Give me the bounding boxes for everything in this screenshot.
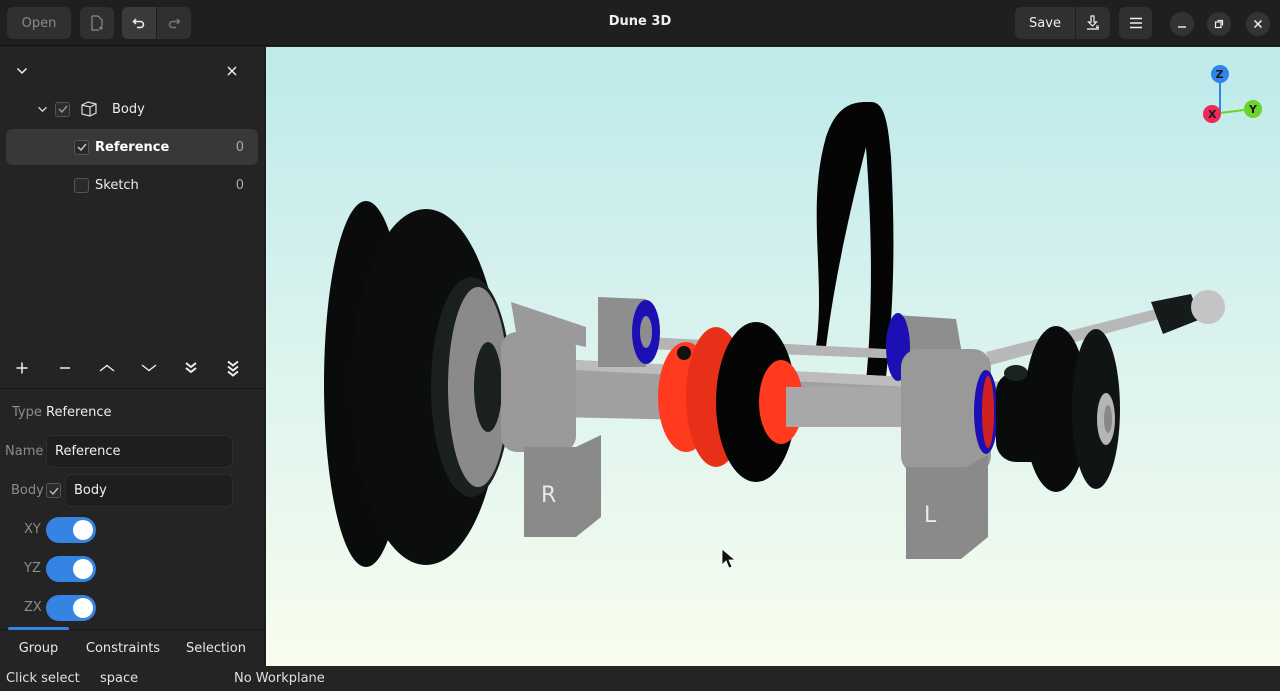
toggle-knob — [73, 520, 93, 540]
body-field-label: Body — [11, 483, 44, 498]
body-label: Body — [112, 101, 145, 117]
body-cube-icon — [80, 100, 98, 118]
maximize-button[interactable] — [1207, 12, 1231, 36]
status-bar: Click select space No Workplane — [0, 666, 1280, 691]
close-icon — [227, 66, 237, 76]
tree-item-body[interactable]: Body — [6, 91, 258, 127]
bracket-r-label: R — [541, 483, 556, 508]
status-action: Click select — [6, 671, 80, 686]
sketch-visibility-checkbox[interactable] — [74, 177, 89, 193]
remove-group-button[interactable] — [50, 355, 80, 381]
toggle-knob — [73, 559, 93, 579]
status-workplane: No Workplane — [234, 671, 325, 686]
reference-visibility-checkbox[interactable] — [74, 139, 89, 155]
restore-icon — [1214, 19, 1224, 29]
3d-viewport[interactable]: R L Z Y X — [266, 47, 1280, 666]
move-up-button[interactable] — [92, 355, 122, 381]
redo-button[interactable] — [157, 7, 191, 39]
bearing-l-seal — [982, 376, 994, 448]
bracket-l-leg — [906, 455, 988, 559]
export-button[interactable] — [1076, 7, 1110, 39]
double-chevron-down-icon — [185, 362, 197, 374]
mouse-cursor-icon — [721, 548, 737, 569]
toggle-knob — [73, 598, 93, 618]
xy-plane-toggle[interactable] — [46, 517, 96, 543]
zx-plane-toggle[interactable] — [46, 595, 96, 621]
undo-icon — [132, 18, 145, 29]
type-value: Reference — [46, 405, 112, 420]
expander-chevron-icon[interactable] — [34, 106, 50, 113]
left-wheel-bore — [474, 342, 502, 432]
minimize-icon — [1178, 26, 1186, 28]
move-to-bottom-button[interactable] — [218, 355, 248, 381]
collapse-all-button[interactable] — [12, 61, 32, 81]
tab-selection[interactable]: Selection — [178, 630, 254, 667]
chevron-down-icon — [141, 364, 157, 372]
bearing-r-inner — [640, 316, 652, 348]
add-group-button[interactable] — [7, 355, 37, 381]
right-pulley-screw — [1004, 365, 1028, 381]
sketch-label: Sketch — [95, 177, 139, 193]
sketch-count: 0 — [235, 177, 244, 193]
model-render: R L Z Y X — [324, 65, 1262, 569]
new-document-icon — [91, 15, 103, 31]
open-button[interactable]: Open — [7, 7, 71, 39]
new-document-button[interactable] — [80, 7, 114, 39]
hamburger-menu-icon — [1129, 17, 1142, 29]
move-down-button[interactable] — [134, 355, 164, 381]
x-axis-label: X — [1208, 108, 1217, 121]
axis-gizmo[interactable]: Z Y X — [1203, 65, 1262, 123]
close-icon — [1253, 19, 1263, 29]
tree-item-reference[interactable]: Reference 0 — [6, 129, 258, 165]
body-select[interactable]: Body — [65, 474, 233, 507]
bracket-r-housing — [501, 332, 576, 452]
chevron-up-icon — [99, 364, 115, 372]
zx-label: ZX — [24, 600, 42, 615]
minimize-button[interactable] — [1170, 12, 1194, 36]
sidebar-tabs: Group Constraints Selection — [0, 627, 265, 667]
bracket-r-leg — [524, 435, 601, 537]
minus-icon — [60, 367, 70, 369]
z-axis-label: Z — [1216, 68, 1224, 81]
reference-count: 0 — [235, 139, 244, 155]
tab-constraints[interactable]: Constraints — [80, 630, 166, 667]
save-button[interactable]: Save — [1015, 7, 1075, 39]
rod-ball — [1191, 290, 1225, 324]
type-label: Type — [12, 405, 42, 420]
plus-icon — [16, 362, 28, 374]
name-label: Name — [5, 444, 44, 459]
export-download-icon — [1087, 15, 1099, 30]
name-input[interactable]: Reference — [46, 435, 233, 468]
main-menu-button[interactable] — [1119, 7, 1152, 39]
triple-chevron-down-icon — [227, 360, 239, 377]
yz-plane-toggle[interactable] — [46, 556, 96, 582]
bracket-l-label: L — [924, 503, 937, 528]
yz-label: YZ — [24, 561, 41, 576]
close-window-button[interactable] — [1246, 12, 1270, 36]
status-key: space — [100, 671, 139, 686]
body-field-checkbox[interactable] — [46, 483, 61, 498]
chevron-down-icon — [16, 67, 28, 75]
right-pulley-bore-inner — [1104, 405, 1112, 433]
y-axis-label: Y — [1248, 103, 1258, 116]
redo-icon — [168, 18, 181, 29]
group-toolbar — [0, 347, 265, 389]
reference-label: Reference — [95, 139, 170, 155]
timing-belt — [816, 102, 894, 382]
tree-item-sketch[interactable]: Sketch 0 — [6, 167, 258, 203]
move-to-end-button[interactable] — [176, 355, 206, 381]
xy-label: XY — [24, 522, 41, 537]
tab-group[interactable]: Group — [8, 630, 69, 667]
coupler-set-screw — [677, 346, 691, 360]
body-visibility-checkbox[interactable] — [55, 101, 70, 117]
header-bar: Open Dune 3D Save — [0, 0, 1280, 46]
sidebar: Body Reference 0 Sketch 0 Type Reference… — [0, 47, 265, 666]
undo-button[interactable] — [122, 7, 156, 39]
close-panel-button[interactable] — [222, 61, 242, 81]
tree-header — [0, 47, 265, 95]
